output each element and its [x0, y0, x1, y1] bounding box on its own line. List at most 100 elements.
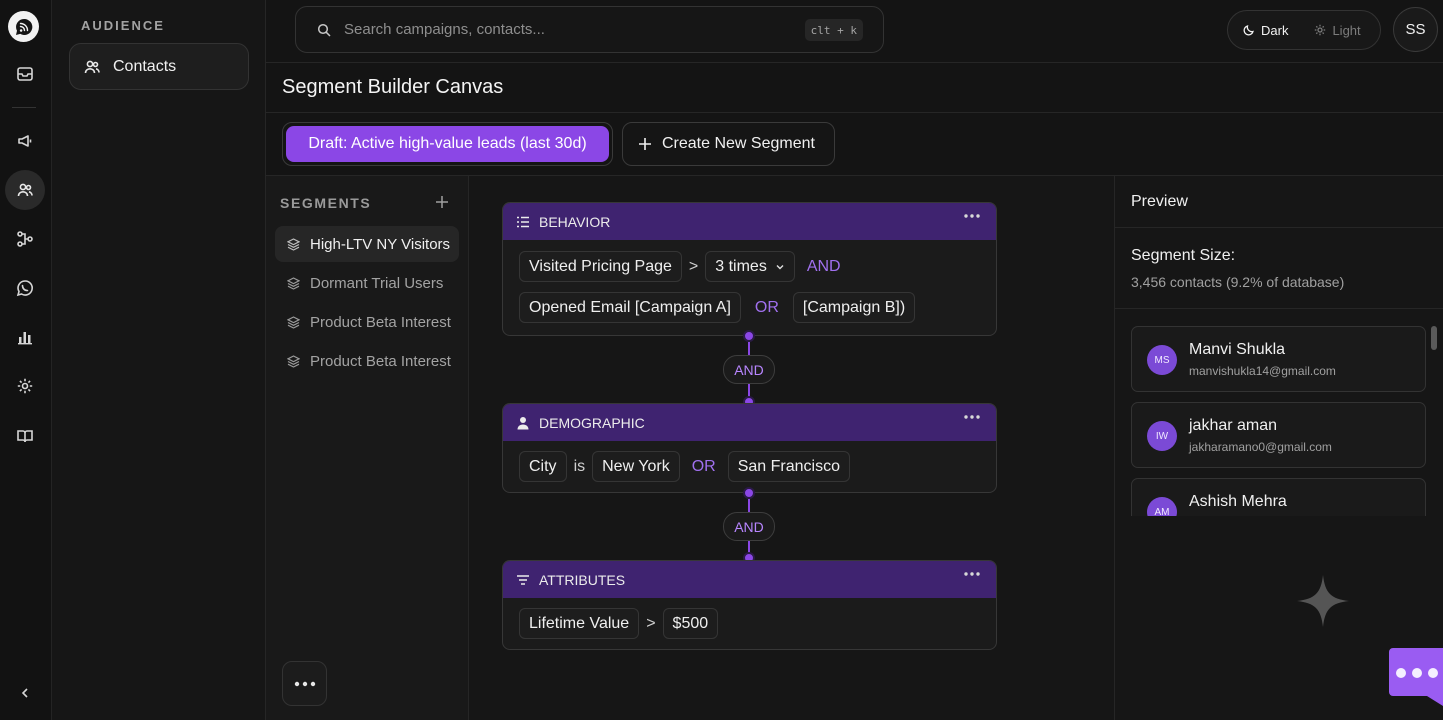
layers-icon — [287, 354, 300, 368]
segment-label: Dormant Trial Users — [310, 274, 444, 292]
segments-panel: SEGMENTS High-LTV NY Visitors Dormant Tr… — [266, 176, 469, 720]
value-chip[interactable]: $500 — [662, 608, 719, 639]
card-menu-ellipsis-icon[interactable] — [964, 572, 980, 576]
value-chip[interactable]: San Francisco — [727, 451, 850, 482]
chevron-down-icon — [775, 262, 785, 272]
chart-icon[interactable] — [5, 317, 45, 357]
layers-icon — [287, 276, 300, 290]
filter-lines-icon — [516, 573, 530, 587]
flow-icon[interactable] — [5, 219, 45, 259]
ellipsis-icon — [294, 681, 316, 687]
operator-text: > — [688, 257, 699, 275]
connector-line — [748, 499, 750, 512]
segment-item[interactable]: High-LTV NY Visitors — [275, 226, 459, 262]
behavior-condition-row: Opened Email [Campaign A] OR [Campaign B… — [519, 292, 916, 323]
contact-name: Ashish Mehra — [1189, 493, 1287, 510]
value-chip[interactable]: New York — [592, 451, 680, 482]
chat-bubble-logo-icon[interactable] — [8, 11, 39, 42]
icon-rail — [0, 0, 52, 720]
connector-logic-pill[interactable]: AND — [723, 512, 775, 541]
list-icon — [516, 215, 530, 229]
card-menu-ellipsis-icon[interactable] — [964, 214, 980, 218]
contact-name: Manvi Shukla — [1189, 341, 1286, 358]
collapse-chevron-icon[interactable] — [5, 673, 45, 713]
person-icon — [516, 416, 530, 430]
whatsapp-icon[interactable] — [5, 268, 45, 308]
add-segment-plus-icon[interactable] — [433, 193, 451, 211]
behavior-alt-chip[interactable]: [Campaign B]) — [792, 292, 916, 323]
preview-divider — [1115, 227, 1443, 228]
behavior-event-chip[interactable]: Opened Email [Campaign A] — [519, 292, 741, 323]
logic-operator[interactable]: OR — [741, 299, 793, 317]
rail-divider — [12, 107, 36, 108]
segment-size-value: 3,456 contacts (9.2% of database) — [1131, 274, 1345, 290]
behavior-card-title: BEHAVIOR — [539, 213, 611, 230]
theme-dark-option[interactable]: Dark — [1243, 23, 1288, 38]
create-segment-button[interactable]: Create New Segment — [622, 122, 835, 166]
user-avatar[interactable]: SS — [1393, 7, 1438, 52]
demographic-condition-row: City is New York OR San Francisco — [519, 451, 850, 482]
field-chip[interactable]: Lifetime Value — [519, 608, 640, 639]
preview-divider — [1115, 308, 1443, 309]
theme-light-option[interactable]: Light — [1314, 22, 1361, 38]
book-icon[interactable] — [5, 416, 45, 456]
contact-list-scrollbar[interactable] — [1431, 326, 1437, 350]
page-title: Segment Builder Canvas — [282, 76, 504, 98]
audience-subnav: AUDIENCE Contacts — [52, 0, 266, 720]
segment-item[interactable]: Product Beta Interest — [275, 343, 459, 379]
layers-icon — [287, 315, 300, 329]
contact-card[interactable]: IW jakhar aman jakharamano0@gmail.com — [1131, 402, 1426, 468]
more-options-button[interactable] — [282, 661, 327, 706]
header-divider — [266, 62, 1443, 63]
preview-panel: Preview Segment Size: 3,456 contacts (9.… — [1114, 176, 1443, 720]
segments-heading: SEGMENTS — [280, 195, 372, 211]
contact-card[interactable]: AM Ashish Mehra — [1131, 478, 1426, 516]
contact-email: jakharamano0@gmail.com — [1189, 440, 1332, 454]
attributes-rule-card: ATTRIBUTES Lifetime Value > $500 — [502, 560, 997, 650]
users-icon[interactable] — [5, 170, 45, 210]
theme-light-label: Light — [1332, 22, 1361, 38]
behavior-card-header: BEHAVIOR — [503, 203, 996, 240]
search-input[interactable]: Search campaigns, contacts... — [344, 21, 545, 38]
subnav-item-contacts[interactable]: Contacts — [69, 43, 249, 90]
search-icon — [317, 23, 331, 37]
segment-item[interactable]: Dormant Trial Users — [275, 265, 459, 301]
draft-segment-tab[interactable]: Draft: Active high-value leads (last 30d… — [286, 126, 609, 162]
count-value: 3 times — [715, 257, 767, 275]
logic-operator[interactable]: OR — [680, 458, 728, 476]
demographic-card-title: DEMOGRAPHIC — [539, 414, 645, 431]
settings-icon[interactable] — [5, 366, 45, 406]
segment-label: Product Beta Interest — [310, 352, 451, 370]
title-divider — [266, 112, 1443, 113]
connector-node[interactable] — [743, 330, 755, 342]
sparkle-icon — [1297, 575, 1349, 627]
sun-icon — [1314, 24, 1326, 36]
count-dropdown[interactable]: 3 times — [705, 251, 795, 282]
attributes-card-title: ATTRIBUTES — [539, 571, 626, 588]
behavior-event-chip[interactable]: Visited Pricing Page — [519, 251, 682, 282]
create-segment-label: Create New Segment — [662, 135, 815, 152]
connector-logic-pill[interactable]: AND — [723, 355, 775, 384]
segment-size-label: Segment Size: — [1131, 247, 1236, 264]
card-menu-ellipsis-icon[interactable] — [964, 415, 980, 419]
connector-node[interactable] — [743, 487, 755, 499]
logic-operator[interactable]: AND — [795, 258, 853, 276]
attributes-card-header: ATTRIBUTES — [503, 561, 996, 598]
contact-avatar: MS — [1147, 345, 1177, 375]
subnav-heading: AUDIENCE — [81, 18, 165, 33]
attributes-condition-row: Lifetime Value > $500 — [519, 608, 719, 639]
segment-item[interactable]: Product Beta Interest — [275, 304, 459, 340]
behavior-condition-row: Visited Pricing Page > 3 times AND — [519, 251, 853, 282]
search-bar[interactable]: Search campaigns, contacts... clt + k — [295, 6, 884, 53]
theme-toggle: Dark Light — [1227, 10, 1381, 50]
contact-list: MS Manvi Shukla manvishukla14@gmail.com … — [1131, 326, 1426, 516]
field-chip[interactable]: City — [519, 451, 567, 482]
subnav-item-label: Contacts — [113, 57, 177, 75]
mail-icon[interactable] — [5, 54, 45, 94]
search-shortcut-badge: clt + k — [804, 19, 863, 41]
megaphone-icon[interactable] — [5, 121, 45, 161]
chat-widget-button[interactable] — [1387, 646, 1443, 706]
contact-email: manvishukla14@gmail.com — [1189, 364, 1336, 378]
layers-icon — [287, 237, 300, 251]
contact-card[interactable]: MS Manvi Shukla manvishukla14@gmail.com — [1131, 326, 1426, 392]
